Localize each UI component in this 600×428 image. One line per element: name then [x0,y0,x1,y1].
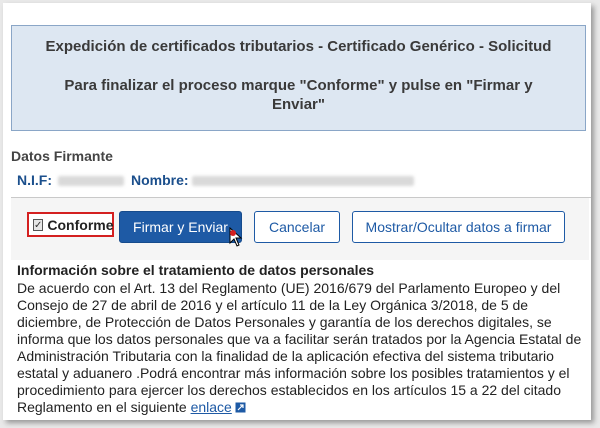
name-label: Nombre: [131,172,189,188]
privacy-info-text: De acuerdo con el Art. 13 del Reglamento… [17,280,582,415]
conforme-checkbox-group[interactable]: ✓ Conforme [27,212,114,237]
instruction-message: Para finalizar el proceso marque "Confor… [64,77,533,113]
header-panel: Expedición de certificados tributarios -… [11,25,586,131]
sign-and-send-button[interactable]: Firmar y Enviar [119,211,242,243]
name-value-redacted [192,176,414,186]
privacy-info-body: De acuerdo con el Art. 13 del Reglamento… [17,280,585,416]
page-title: Expedición de certificados tributarios -… [45,38,552,55]
nif-value-redacted [58,176,124,186]
nif-label: N.I.F: [17,172,52,188]
mouse-cursor-icon [229,227,243,247]
toggle-data-button[interactable]: Mostrar/Ocultar datos a firmar [352,211,565,243]
conforme-checkbox[interactable]: ✓ [33,218,44,231]
privacy-info-link[interactable]: enlace [191,399,232,415]
conforme-label: Conforme [47,216,114,233]
signer-section-title: Datos Firmante [11,148,113,164]
cancel-button[interactable]: Cancelar [254,211,340,243]
privacy-info-title: Información sobre el tratamiento de dato… [17,262,375,278]
external-link-icon [235,402,246,413]
